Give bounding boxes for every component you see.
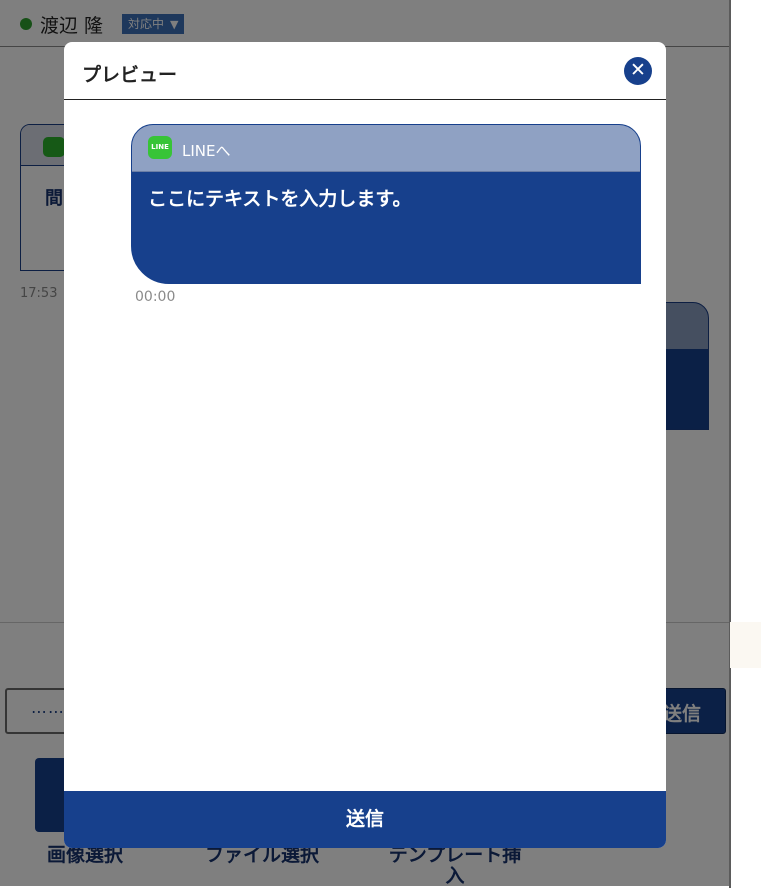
- modal-send-button[interactable]: 送信: [64, 791, 666, 848]
- preview-time: 00:00: [135, 289, 176, 305]
- modal-title: プレビュー: [82, 64, 178, 86]
- close-icon: ✕: [630, 59, 646, 81]
- preview-message-text: ここにテキストを入力します。: [148, 188, 412, 210]
- close-button[interactable]: ✕: [624, 57, 652, 85]
- preview-message-bubble: LINE LINEへ ここにテキストを入力します。: [131, 124, 641, 284]
- modal-header: プレビュー ✕: [64, 42, 666, 100]
- preview-modal: プレビュー ✕ LINE LINEへ ここにテキストを入力します。 00:00 …: [64, 42, 666, 848]
- side-strip: [730, 622, 761, 668]
- preview-bubble-header: LINE LINEへ: [132, 125, 640, 172]
- channel-label: LINEへ: [182, 142, 231, 160]
- line-icon: LINE: [148, 136, 172, 159]
